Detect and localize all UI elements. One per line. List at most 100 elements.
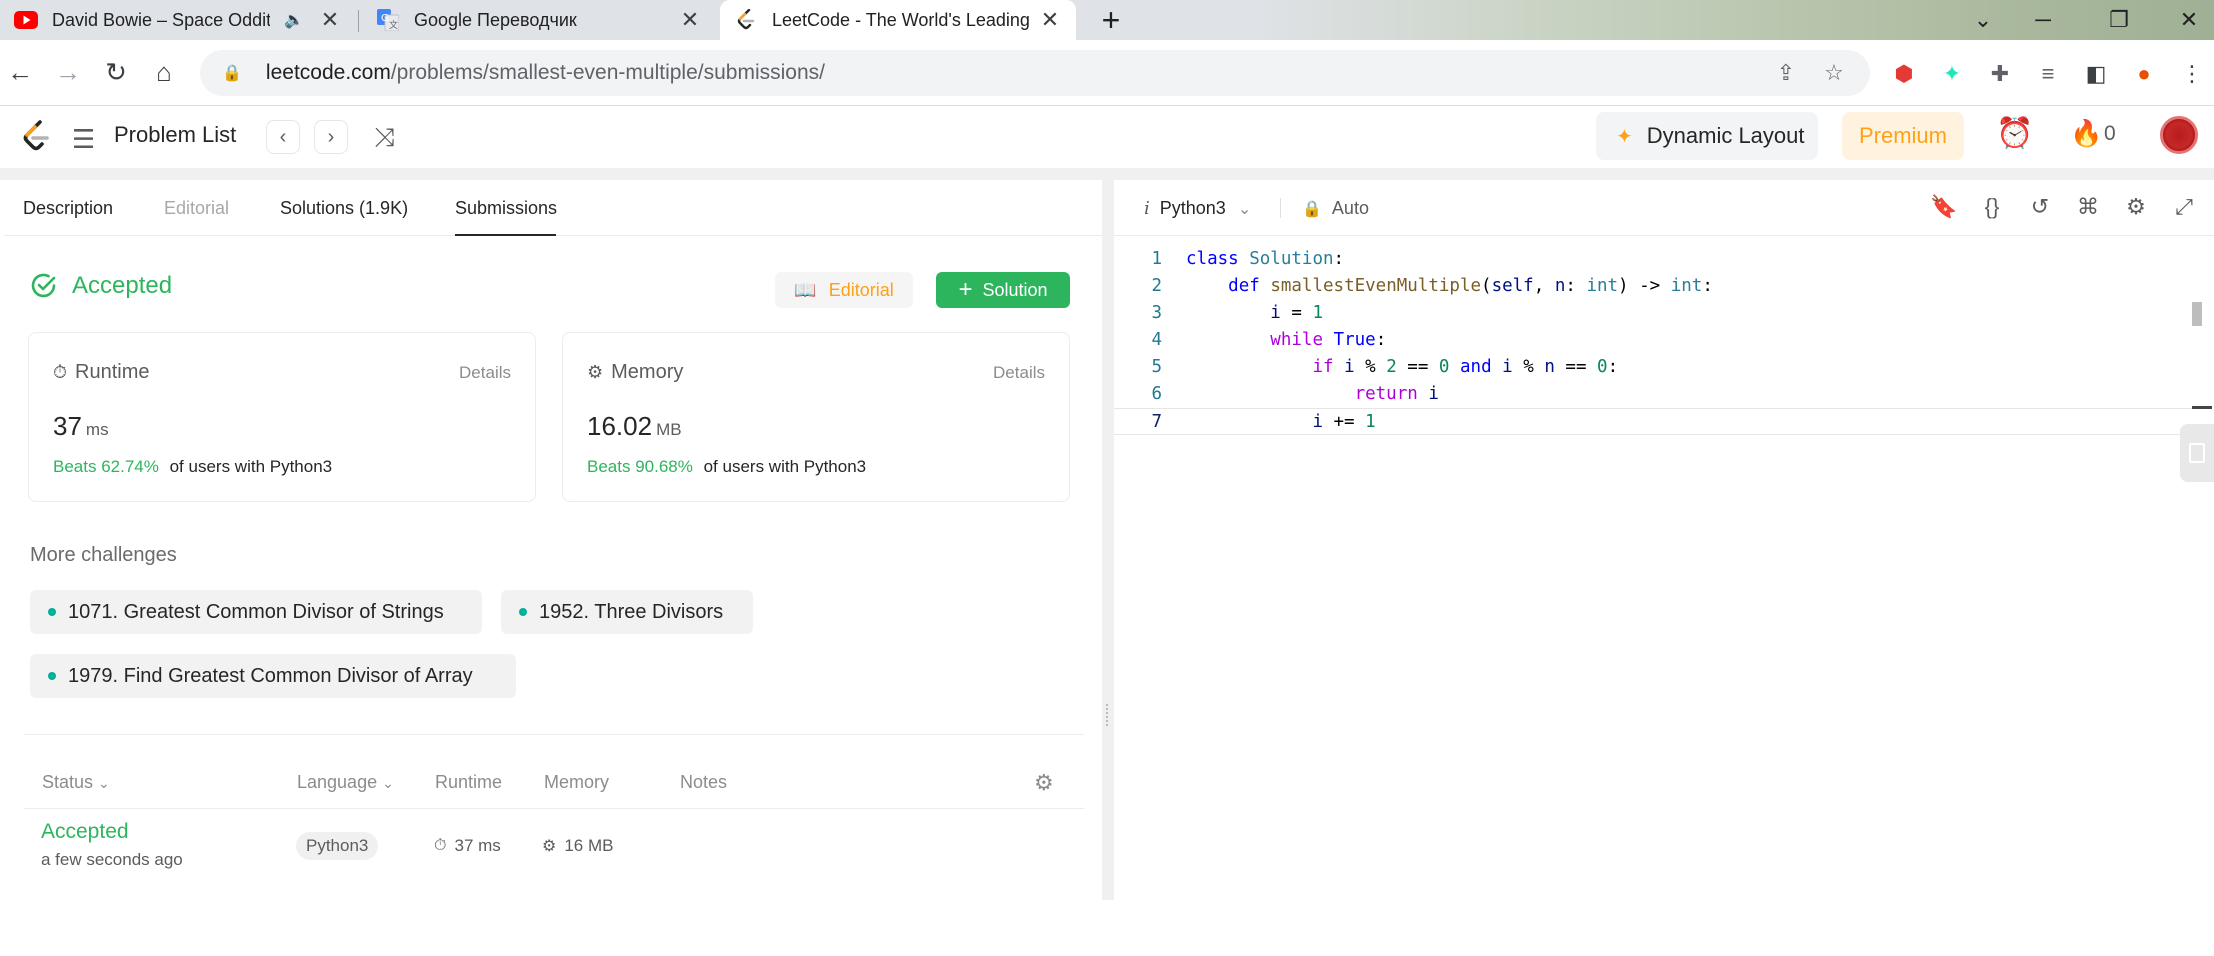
streak-count: 0 <box>2104 122 2116 145</box>
shuffle-icon[interactable]: ⤨ <box>374 122 395 154</box>
tab-editorial[interactable]: Editorial <box>164 198 229 219</box>
row-language-badge: Python3 <box>296 832 379 860</box>
browser-tab-google-translate[interactable]: G文 Google Переводчик ✕ <box>362 0 716 40</box>
drag-grip-icon <box>1106 704 1110 726</box>
svg-text:文: 文 <box>389 19 398 31</box>
memory-label: Memory <box>611 361 684 383</box>
adblock-extension-icon[interactable]: ⬢ <box>1890 60 1918 88</box>
share-icon[interactable]: ⇪ <box>1772 60 1800 88</box>
user-avatar[interactable] <box>2160 116 2198 154</box>
svg-text:G: G <box>381 13 389 24</box>
chevron-down-icon: ⌄ <box>98 775 110 791</box>
format-braces-icon[interactable]: {} <box>1978 194 2006 222</box>
close-tab-icon[interactable]: ✕ <box>678 7 702 33</box>
shortcuts-command-icon[interactable]: ⌘ <box>2074 194 2102 222</box>
editorial-button[interactable]: 📖 Editorial <box>775 272 913 308</box>
restore-window-button[interactable]: ❐ <box>2094 0 2144 40</box>
close-window-button[interactable]: ✕ <box>2164 0 2214 40</box>
lock-icon[interactable]: 🔒 <box>222 63 242 83</box>
runtime-label: Runtime <box>75 361 150 383</box>
reload-icon[interactable]: ↻ <box>98 54 134 90</box>
memory-value: 16.02 MB <box>587 411 682 441</box>
solution-button-label: Solution <box>982 279 1048 300</box>
back-arrow-icon[interactable]: ← <box>2 54 38 90</box>
row-status[interactable]: Accepted <box>41 820 129 844</box>
tab-description[interactable]: Description <box>23 198 113 219</box>
home-icon[interactable]: ⌂ <box>146 54 182 90</box>
bookmark-icon[interactable]: 🔖 <box>1930 194 1958 222</box>
editor-scrollbar-thumb[interactable] <box>2192 302 2202 326</box>
challenge-chip[interactable]: 1952. Three Divisors <box>501 590 753 634</box>
leetcode-logo-icon[interactable] <box>20 120 52 154</box>
challenge-chip[interactable]: 1979. Find Greatest Common Divisor of Ar… <box>30 654 516 698</box>
alarm-clock-icon[interactable]: ⏰ <box>1996 116 2033 151</box>
new-tab-button[interactable]: + <box>1096 2 1126 39</box>
runtime-column-header: Runtime <box>435 772 503 792</box>
status-column-header[interactable]: Status ⌄ <box>42 772 110 793</box>
code-area[interactable]: 1 class Solution: 2 def smallestEvenMulti… <box>1114 246 2194 435</box>
code-line: 4 while True: <box>1151 330 1387 350</box>
next-problem-button[interactable]: › <box>314 120 348 154</box>
editorial-button-label: Editorial <box>828 279 894 300</box>
language-selector[interactable]: i Python3 ⌄ <box>1144 198 1251 219</box>
close-tab-icon[interactable]: ✕ <box>1038 7 1062 33</box>
auto-mode-toggle[interactable]: 🔒 Auto <box>1302 198 1369 219</box>
row-memory: ⚙ 16 MB <box>542 836 614 855</box>
challenge-title: 1952. Three Divisors <box>539 600 724 623</box>
forward-arrow-icon[interactable]: → <box>50 54 86 90</box>
problem-list-link[interactable]: Problem List <box>114 122 236 148</box>
browser-menu-icon[interactable]: ⋮ <box>2178 60 2206 88</box>
premium-button[interactable]: Premium <box>1842 112 1964 160</box>
extension-bird-icon[interactable]: ✦ <box>1938 60 1966 88</box>
side-panel-icon[interactable]: ◧ <box>2082 60 2110 88</box>
media-control-icon[interactable]: ≡ <box>2034 60 2062 88</box>
dynamic-layout-button[interactable]: ✦ Dynamic Layout <box>1596 112 1818 160</box>
minimize-window-button[interactable]: ─ <box>2018 0 2068 40</box>
submission-result: Accepted <box>30 272 172 300</box>
tab-submissions[interactable]: Submissions <box>455 198 557 219</box>
address-bar[interactable]: 🔒 leetcode.com/problems/smallest-even-mu… <box>200 50 1870 96</box>
bookmark-star-icon[interactable]: ☆ <box>1820 60 1848 88</box>
info-icon: i <box>1144 198 1150 219</box>
memory-card[interactable]: ⚙ Memory Details 16.02 MB Beats 90.68% of… <box>562 332 1070 502</box>
browser-tab-leetcode[interactable]: LeetCode - The World's Leading ✕ <box>720 0 1076 40</box>
tab-solutions[interactable]: Solutions (1.9K) <box>280 198 408 219</box>
table-header-divider <box>24 808 1084 809</box>
solution-button[interactable]: + Solution <box>936 272 1070 308</box>
tab-search-chevron-icon[interactable]: ⌄ <box>1958 0 2008 40</box>
runtime-card[interactable]: ⏱ Runtime Details 37 ms Beats 62.74% of u… <box>28 332 536 502</box>
memory-details-link[interactable]: Details <box>993 363 1045 383</box>
runtime-value: 37 ms <box>53 411 109 441</box>
notes-side-tab[interactable] <box>2180 424 2214 482</box>
speaker-icon[interactable]: 🔈 <box>284 10 304 30</box>
chevron-down-icon: ⌄ <box>1237 200 1252 218</box>
notes-column-header: Notes <box>680 772 728 792</box>
problem-list-icon[interactable]: ☰ <box>72 124 95 155</box>
lock-icon: 🔒 <box>1302 200 1322 218</box>
runtime-beats: Beats 62.74% of users with Python3 <box>53 457 333 476</box>
challenge-chip[interactable]: 1071. Greatest Common Divisor of Strings <box>30 590 482 634</box>
fullscreen-icon[interactable]: ⤢ <box>2170 194 2198 222</box>
settings-gear-icon[interactable]: ⚙ <box>2122 194 2150 222</box>
runtime-details-link[interactable]: Details <box>459 363 511 383</box>
language-column-header[interactable]: Language ⌄ <box>297 772 394 793</box>
tab-title: David Bowie – Space Oddity <box>52 9 271 30</box>
tab-divider <box>358 10 359 32</box>
tab-title: Google Переводчик <box>414 9 577 30</box>
flame-icon[interactable]: 🔥 <box>2070 118 2102 149</box>
problem-tabs: Description Editorial Solutions (1.9K) S… <box>4 180 1102 236</box>
memory-beats: Beats 90.68% of users with Python3 <box>587 457 867 476</box>
language-label: Python3 <box>1159 198 1226 218</box>
left-panel: Description Editorial Solutions (1.9K) S… <box>4 180 1102 900</box>
reset-icon[interactable]: ↺ <box>2026 194 2054 222</box>
extensions-puzzle-icon[interactable]: ✚ <box>1986 60 2014 88</box>
gear-icon[interactable]: ⚙ <box>1034 770 1054 796</box>
prev-problem-button[interactable]: ‹ <box>266 120 300 154</box>
browser-tab-youtube[interactable]: David Bowie – Space Oddity 🔈 ✕ <box>0 0 356 40</box>
panel-resize-handle[interactable] <box>1102 180 1114 900</box>
url-text: leetcode.com/problems/smallest-even-mult… <box>265 61 825 84</box>
close-tab-icon[interactable]: ✕ <box>318 7 342 33</box>
profile-avatar-icon[interactable]: ● <box>2130 60 2158 88</box>
row-timestamp: a few seconds ago <box>41 850 183 869</box>
google-translate-icon: G文 <box>376 8 400 32</box>
